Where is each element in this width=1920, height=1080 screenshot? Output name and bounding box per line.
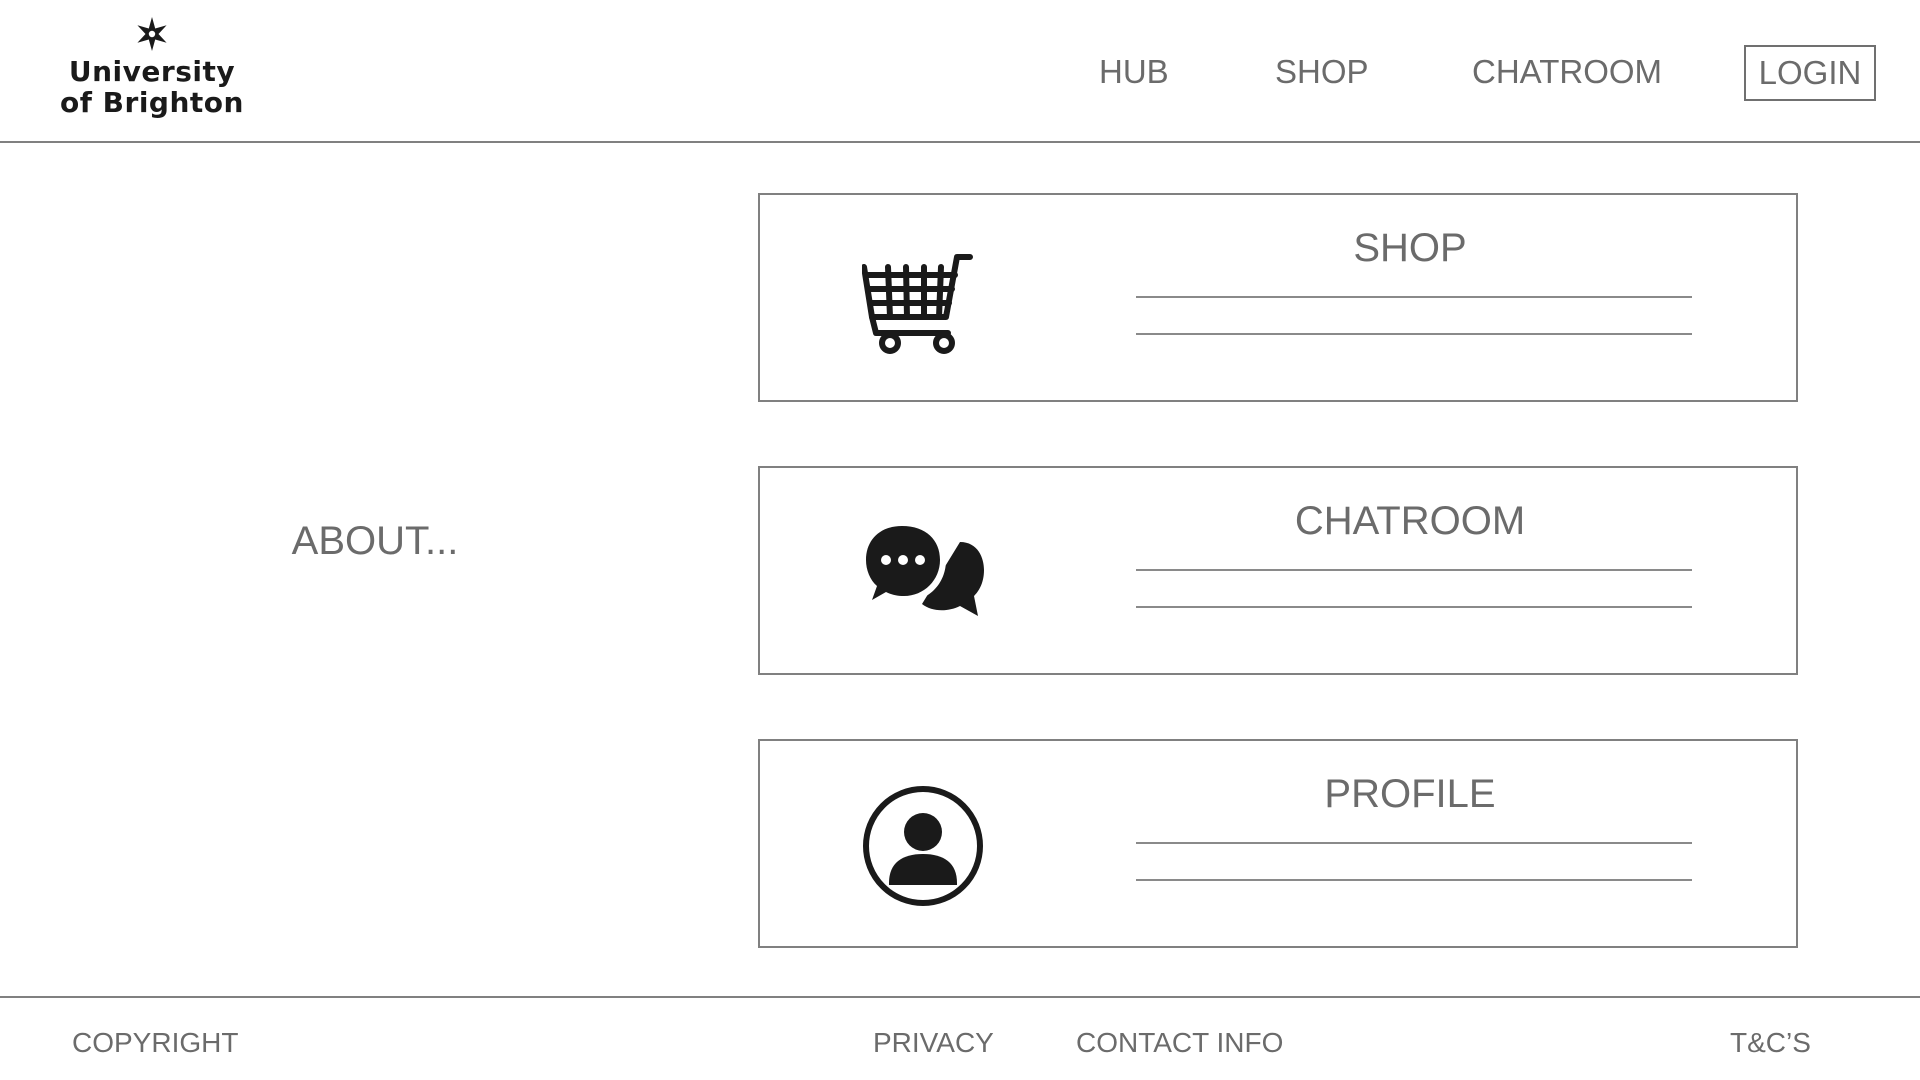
card-profile-title: PROFILE — [1324, 772, 1496, 816]
user-profile-icon — [862, 785, 984, 907]
divider — [1136, 333, 1692, 335]
divider — [1136, 569, 1692, 571]
logo-text-line1: University — [68, 55, 236, 88]
nav-hub[interactable]: HUB — [1099, 52, 1169, 92]
divider — [1136, 606, 1692, 608]
shopping-cart-icon — [862, 239, 984, 361]
divider — [1136, 842, 1692, 844]
university-logo[interactable]: University of Brighton — [60, 16, 244, 124]
logo-text-line2: of Brighton — [60, 86, 244, 119]
nav-chatroom[interactable]: CHATROOM — [1472, 52, 1662, 92]
card-profile[interactable]: PROFILE — [758, 739, 1798, 948]
footer-privacy[interactable]: PRIVACY — [873, 1026, 994, 1060]
site-header: University of Brighton HUB SHOP CHATROOM… — [0, 0, 1920, 143]
footer-terms[interactable]: T&C’S — [1730, 1026, 1811, 1060]
divider — [1136, 879, 1692, 881]
card-chatroom-title: CHATROOM — [1294, 499, 1526, 543]
card-shop[interactable]: SHOP — [758, 193, 1798, 402]
about-text[interactable]: ABOUT... — [200, 518, 550, 564]
divider — [1136, 296, 1692, 298]
chat-bubbles-icon — [862, 512, 984, 634]
card-shop-title: SHOP — [1353, 226, 1467, 270]
card-chatroom[interactable]: CHATROOM — [758, 466, 1798, 675]
footer-copyright[interactable]: COPYRIGHT — [72, 1026, 238, 1060]
footer-contact-info[interactable]: CONTACT INFO — [1076, 1026, 1283, 1060]
star-emblem-icon — [137, 17, 167, 51]
login-button[interactable]: LOGIN — [1744, 45, 1876, 101]
site-footer: COPYRIGHT PRIVACY CONTACT INFO T&C’S — [0, 996, 1920, 1080]
nav-shop[interactable]: SHOP — [1275, 52, 1369, 92]
